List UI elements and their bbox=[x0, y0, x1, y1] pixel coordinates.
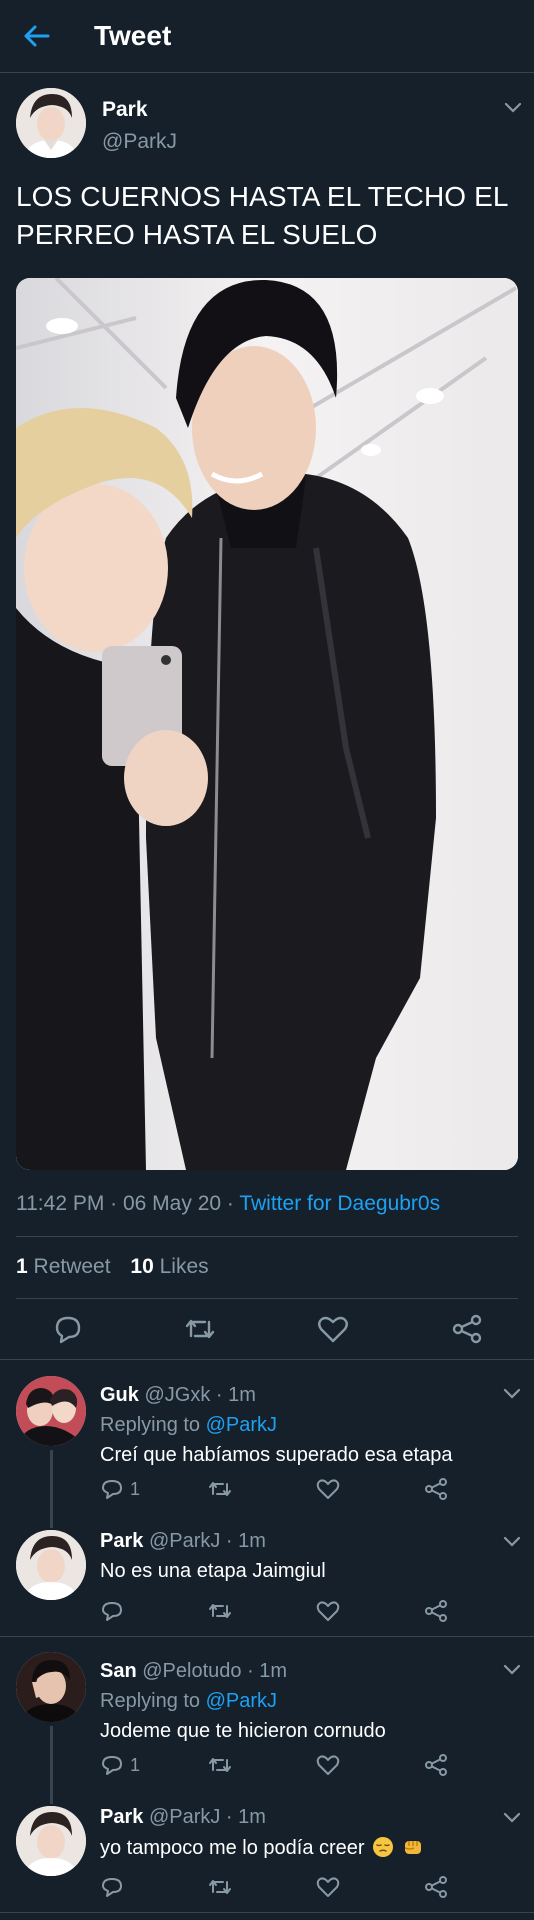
reply-button[interactable]: 1 bbox=[100, 1476, 140, 1502]
retweet-button[interactable] bbox=[208, 1874, 232, 1900]
reply-author-name[interactable]: San bbox=[100, 1660, 137, 1682]
reply-icon bbox=[102, 1756, 122, 1775]
reply-text: yo tampoco me lo podía creer bbox=[100, 1836, 424, 1860]
reply-icon bbox=[102, 1878, 122, 1897]
reply-actions bbox=[100, 1874, 500, 1902]
reply-text: No es una etapa Jaimgiul bbox=[100, 1560, 326, 1582]
pensive-face-emoji bbox=[373, 1837, 394, 1857]
like-button[interactable] bbox=[316, 1598, 340, 1624]
like-button[interactable] bbox=[316, 1476, 340, 1502]
tweet-text: LOS CUERNOS HASTA EL TECHO EL PERREO HAS… bbox=[16, 181, 508, 250]
heart-icon bbox=[316, 1755, 340, 1775]
avatar[interactable] bbox=[16, 1806, 86, 1876]
tweet-timestamp: 11:42 PM · 06 May 20 · Twitter for Daegu… bbox=[16, 1192, 440, 1216]
chevron-down-icon[interactable] bbox=[504, 102, 522, 114]
share-icon bbox=[425, 1754, 447, 1776]
reply-text: Creí que habíamos superado esa etapa bbox=[100, 1444, 453, 1466]
reply-handle-time[interactable]: @Pelotudo · 1m bbox=[142, 1660, 287, 1682]
arrow-left-icon[interactable] bbox=[22, 24, 50, 48]
reply-actions: 1 bbox=[100, 1752, 500, 1780]
page-title: Tweet bbox=[94, 20, 172, 51]
share-button[interactable] bbox=[424, 1752, 448, 1778]
reply-icon bbox=[102, 1480, 122, 1499]
avatar[interactable] bbox=[16, 1652, 86, 1722]
retweet-icon[interactable] bbox=[183, 1312, 217, 1346]
share-button[interactable] bbox=[424, 1476, 448, 1502]
reply-button[interactable]: 1 bbox=[100, 1752, 140, 1778]
thread-line bbox=[50, 1726, 53, 1804]
divider bbox=[0, 1912, 534, 1913]
tweet-photo[interactable] bbox=[16, 278, 518, 1170]
tweet-source-link[interactable]: Twitter for Daegubr0s bbox=[239, 1192, 440, 1215]
chevron-down-icon[interactable] bbox=[503, 1388, 521, 1400]
reply-icon[interactable] bbox=[51, 1312, 85, 1346]
reply-count: 1 bbox=[130, 1478, 141, 1499]
reply-header: San @Pelotudo · 1m bbox=[100, 1660, 287, 1683]
retweet-icon bbox=[209, 1604, 231, 1618]
thread-line bbox=[50, 1450, 53, 1528]
reply-author-name[interactable]: Guk bbox=[100, 1384, 139, 1406]
reply-button[interactable] bbox=[100, 1598, 130, 1624]
reply-header: Guk @JGxk · 1m bbox=[100, 1384, 256, 1407]
reply-header: Park @ParkJ · 1m bbox=[100, 1806, 266, 1829]
divider bbox=[16, 1236, 518, 1237]
tweet-actions bbox=[0, 1300, 534, 1358]
divider bbox=[0, 1359, 534, 1360]
retweets-stat[interactable]: 1 Retweet bbox=[16, 1255, 111, 1278]
chevron-down-icon[interactable] bbox=[503, 1536, 521, 1548]
heart-icon[interactable] bbox=[316, 1312, 350, 1346]
reply-actions bbox=[100, 1598, 500, 1626]
reply-handle-time[interactable]: @ParkJ · 1m bbox=[149, 1530, 266, 1552]
tweet-author: Park @ParkJ bbox=[16, 88, 522, 158]
avatar[interactable] bbox=[16, 1530, 86, 1600]
avatar[interactable] bbox=[16, 1376, 86, 1446]
avatar[interactable] bbox=[16, 88, 86, 158]
author-handle[interactable]: @ParkJ bbox=[102, 130, 177, 154]
divider bbox=[0, 1636, 534, 1637]
retweet-icon bbox=[209, 1880, 231, 1894]
reply-author-name[interactable]: Park bbox=[100, 1530, 143, 1552]
reply-handle-time[interactable]: @ParkJ · 1m bbox=[149, 1806, 266, 1828]
heart-icon bbox=[316, 1479, 340, 1499]
reply-handle-time[interactable]: @JGxk · 1m bbox=[144, 1384, 255, 1406]
heart-icon bbox=[316, 1601, 340, 1621]
mention-link[interactable]: @ParkJ bbox=[206, 1414, 277, 1436]
reply-header: Park @ParkJ · 1m bbox=[100, 1530, 266, 1553]
chevron-down-icon[interactable] bbox=[503, 1664, 521, 1676]
chevron-down-icon[interactable] bbox=[503, 1812, 521, 1824]
reply-count: 1 bbox=[130, 1754, 141, 1775]
retweet-button[interactable] bbox=[208, 1598, 232, 1624]
share-icon[interactable] bbox=[450, 1312, 484, 1346]
retweet-icon bbox=[209, 1482, 231, 1496]
share-button[interactable] bbox=[424, 1874, 448, 1900]
likes-stat[interactable]: 10 Likes bbox=[130, 1255, 208, 1278]
top-bar: Tweet bbox=[0, 0, 534, 73]
share-icon bbox=[425, 1600, 447, 1622]
retweet-button[interactable] bbox=[208, 1752, 232, 1778]
share-icon bbox=[425, 1876, 447, 1898]
reply-button[interactable] bbox=[100, 1874, 130, 1900]
retweet-icon bbox=[209, 1758, 231, 1772]
tweet-stats: 1 Retweet 10 Likes bbox=[16, 1255, 223, 1279]
reply-icon bbox=[102, 1602, 122, 1621]
heart-icon bbox=[316, 1877, 340, 1897]
reply-text: Jodeme que te hicieron cornudo bbox=[100, 1720, 386, 1742]
replying-to: Replying to @ParkJ bbox=[100, 1414, 278, 1436]
reply-actions: 1 bbox=[100, 1476, 500, 1504]
share-icon bbox=[425, 1478, 447, 1500]
retweet-button[interactable] bbox=[208, 1476, 232, 1502]
share-button[interactable] bbox=[424, 1598, 448, 1624]
like-button[interactable] bbox=[316, 1752, 340, 1778]
like-button[interactable] bbox=[316, 1874, 340, 1900]
author-name[interactable]: Park bbox=[102, 98, 148, 122]
divider bbox=[16, 1298, 518, 1299]
fist-emoji bbox=[404, 1841, 421, 1854]
replying-to: Replying to @ParkJ bbox=[100, 1690, 278, 1712]
tweet-time-date: 11:42 PM · 06 May 20 · bbox=[16, 1192, 240, 1215]
reply-author-name[interactable]: Park bbox=[100, 1806, 143, 1828]
mention-link[interactable]: @ParkJ bbox=[206, 1690, 277, 1712]
